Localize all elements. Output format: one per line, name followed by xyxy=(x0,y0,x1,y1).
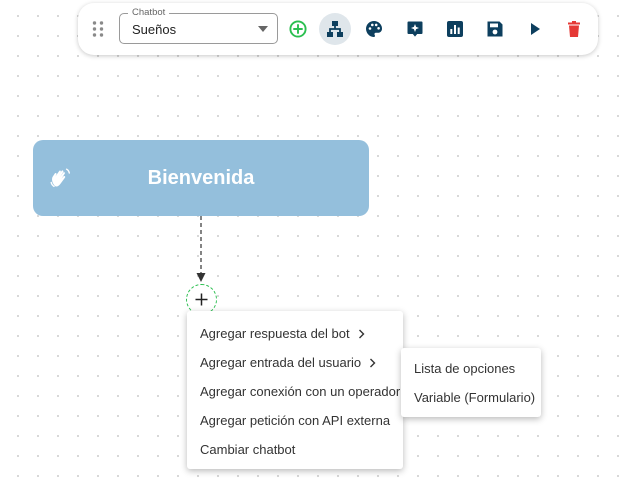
chatbot-select-value: Sueños xyxy=(132,22,177,37)
node-title: Bienvenida xyxy=(147,167,255,189)
menu-item-label: Agregar respuesta del bot xyxy=(200,326,350,341)
menu-item-label: Agregar petición con API externa xyxy=(200,413,391,428)
palette-icon xyxy=(366,21,382,37)
chatbot-select-label: Chatbot xyxy=(128,7,170,19)
submenu-item-option-list[interactable]: Lista de opciones xyxy=(401,354,541,383)
plus-icon xyxy=(195,293,208,306)
save-button[interactable] xyxy=(479,13,511,45)
submenu-item-form-variable[interactable]: Variable (Formulario) xyxy=(401,383,541,412)
chart-icon xyxy=(447,21,463,37)
menu-item-operator-connection[interactable]: Agregar conexión con un operador xyxy=(187,377,403,406)
chevron-right-icon xyxy=(358,329,365,338)
flow-connector xyxy=(196,216,206,282)
flow-node-bienvenida[interactable]: Bienvenida xyxy=(33,140,369,216)
delete-chatbot-button[interactable] xyxy=(558,13,590,45)
play-icon xyxy=(531,23,540,35)
menu-item-bot-response[interactable]: Agregar respuesta del bot xyxy=(187,319,403,348)
menu-item-label: Cambiar chatbot xyxy=(200,442,296,457)
menu-item-label: Agregar conexión con un operador xyxy=(200,384,401,399)
run-chatbot-button[interactable] xyxy=(519,13,551,45)
chatbot-select[interactable]: Chatbot Sueños xyxy=(119,7,278,44)
trash-icon xyxy=(568,21,580,37)
add-step-menu: Agregar respuesta del bot Agregar entrad… xyxy=(187,311,403,469)
chevron-right-icon xyxy=(370,358,376,367)
menu-item-label: Agregar entrada del usuario xyxy=(200,355,362,370)
submenu-item-label: Lista de opciones xyxy=(414,361,516,376)
menu-item-user-input[interactable]: Agregar entrada del usuario xyxy=(187,348,403,377)
add-node-button[interactable] xyxy=(282,13,314,45)
drag-handle-icon[interactable] xyxy=(91,20,105,38)
sitemap-icon xyxy=(327,21,343,37)
add-circle-icon xyxy=(289,20,307,38)
menu-item-api-request[interactable]: Agregar petición con API externa xyxy=(187,406,403,435)
menu-item-change-chatbot[interactable]: Cambiar chatbot xyxy=(187,435,403,464)
statistics-button[interactable] xyxy=(439,13,471,45)
ai-assistant-button[interactable] xyxy=(399,13,431,45)
theme-button[interactable] xyxy=(358,13,390,45)
editor-toolbar: Chatbot Sueños xyxy=(78,3,598,55)
save-icon xyxy=(487,21,503,37)
organize-flow-button[interactable] xyxy=(319,13,351,45)
user-input-submenu: Lista de opciones Variable (Formulario) xyxy=(401,348,541,417)
submenu-item-label: Variable (Formulario) xyxy=(414,390,536,405)
chevron-down-icon xyxy=(258,26,268,32)
magic-chat-icon xyxy=(407,21,423,37)
